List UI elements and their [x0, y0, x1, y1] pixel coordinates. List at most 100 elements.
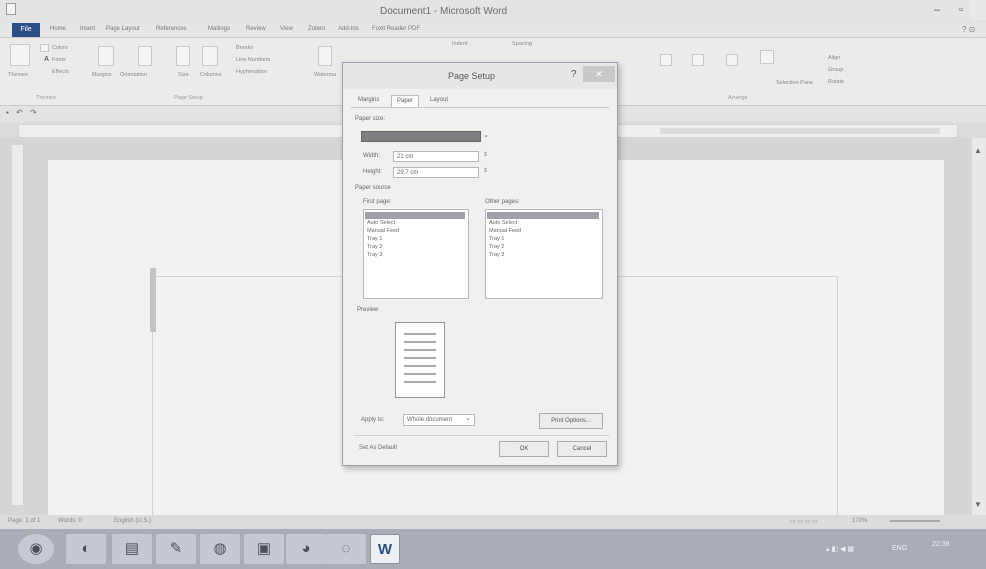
input-language[interactable]: ENG — [892, 545, 907, 552]
media-icon[interactable]: ▤ — [112, 534, 152, 564]
chevron-down-icon[interactable]: ⌄ — [483, 131, 489, 139]
app-icon-3[interactable]: ▣ — [244, 534, 284, 564]
width-spinner-icon[interactable]: ⇕ — [483, 151, 488, 158]
tab-layout[interactable]: Layout — [425, 95, 453, 107]
tab-page-layout[interactable]: Page Layout — [106, 26, 140, 32]
orientation-icon[interactable] — [138, 46, 152, 66]
tab-references[interactable]: References — [156, 26, 187, 32]
dialog-help-button[interactable]: ? — [571, 69, 577, 80]
tab-insert[interactable]: Insert — [80, 26, 95, 32]
first-page-list[interactable]: Auto Select Manual Feed Tray 1 Tray 2 Tr… — [363, 209, 469, 299]
tab-mailings[interactable]: Mailings — [208, 26, 230, 32]
watermark-icon[interactable] — [318, 46, 332, 66]
start-button-icon[interactable]: ◉ — [18, 534, 54, 564]
position-icon[interactable] — [660, 54, 672, 66]
word-count[interactable]: Words: 0 — [58, 518, 82, 524]
tab-add-ins[interactable]: Add-Ins — [338, 26, 359, 32]
close-window-button[interactable] — [970, 0, 986, 20]
list-item[interactable]: Tray 3 — [367, 252, 382, 258]
list-item[interactable]: Tray 2 — [367, 244, 382, 250]
app-icon-1[interactable]: ✎ — [156, 534, 196, 564]
list-item[interactable]: Manual Feed — [489, 228, 521, 234]
paper-size-select[interactable] — [361, 131, 481, 142]
cancel-button[interactable]: Cancel — [557, 441, 607, 457]
page-setup-group-label: Page Setup — [174, 95, 203, 101]
browser-icon[interactable]: ◕ — [286, 534, 326, 564]
minimize-button[interactable]: – — [926, 2, 948, 18]
orientation-button[interactable]: Orientation — [120, 72, 147, 78]
line-numbers-button[interactable]: Line Numbers — [236, 57, 270, 63]
list-item[interactable]: Auto Select — [489, 220, 517, 226]
print-options-button[interactable]: Print Options... — [539, 413, 603, 429]
fonts-button[interactable]: Fonts — [52, 57, 66, 63]
rotate-button[interactable]: Rotate — [828, 79, 844, 85]
columns-button[interactable]: Columns — [200, 72, 222, 78]
help-icon[interactable]: ? ⊙ — [962, 25, 975, 34]
redo-icon[interactable]: ↷ — [30, 108, 37, 117]
save-icon[interactable]: ▪ — [6, 108, 9, 117]
tab-paper[interactable]: Paper — [391, 95, 420, 107]
tab-foxit[interactable]: Foxit Reader PDF — [372, 26, 420, 32]
language-indicator[interactable]: English (U.S.) — [114, 518, 151, 524]
group-button[interactable]: Group — [828, 67, 843, 73]
tab-home[interactable]: Home — [50, 26, 66, 32]
ok-button[interactable]: OK — [499, 441, 549, 457]
file-tab[interactable]: File — [12, 23, 40, 37]
size-button[interactable]: Size — [178, 72, 189, 78]
margins-icon[interactable] — [98, 46, 114, 66]
list-item[interactable]: Manual Feed — [367, 228, 399, 234]
explorer-icon[interactable]: ◐ — [66, 534, 106, 564]
view-buttons-icon[interactable]: ▭ ▭ ▭ ▭ — [790, 518, 818, 525]
align-button[interactable]: Align — [828, 55, 840, 61]
list-item[interactable]: Tray 1 — [489, 236, 504, 242]
colors-button[interactable]: Colors — [52, 45, 68, 51]
dialog-close-button[interactable]: ✕ — [583, 66, 615, 82]
zoom-level[interactable]: 170% — [852, 518, 867, 524]
margins-button[interactable]: Margins — [92, 72, 112, 78]
colors-icon[interactable] — [40, 44, 49, 52]
scroll-down-icon[interactable]: ▼ — [974, 500, 982, 509]
list-item[interactable]: Tray 1 — [367, 236, 382, 242]
list-item-selected[interactable] — [487, 212, 599, 219]
tab-review[interactable]: Review — [246, 26, 266, 32]
size-icon[interactable] — [176, 46, 190, 66]
app-icon-4[interactable]: ◌ — [326, 534, 366, 564]
app-icon-2[interactable]: ◍ — [200, 534, 240, 564]
tab-zotero[interactable]: Zotero — [308, 26, 325, 32]
width-field[interactable]: 21 cm — [393, 151, 479, 162]
list-item[interactable]: Tray 2 — [489, 244, 504, 250]
watermark-button[interactable]: Waterma — [314, 72, 336, 78]
word-taskbar-icon[interactable]: W — [370, 534, 400, 564]
selection-pane-button[interactable]: Selection Pane — [776, 80, 813, 86]
hyphenation-button[interactable]: Hyphenation — [236, 69, 267, 75]
other-pages-list[interactable]: Auto Select Manual Feed Tray 1 Tray 2 Tr… — [485, 209, 603, 299]
scroll-up-icon[interactable]: ▲ — [974, 146, 982, 155]
wrap-text-icon[interactable] — [692, 54, 704, 66]
bring-forward-icon[interactable] — [726, 54, 738, 66]
list-item[interactable]: Tray 3 — [489, 252, 504, 258]
ruler-margin-shade — [660, 128, 940, 134]
effects-button[interactable]: Effects — [52, 69, 69, 75]
columns-icon[interactable] — [202, 46, 218, 66]
ribbon-tabs — [0, 22, 986, 38]
vertical-scrollbar[interactable] — [972, 138, 986, 515]
send-backward-icon[interactable] — [760, 50, 774, 64]
height-spinner-icon[interactable]: ⇕ — [483, 167, 488, 174]
tray-icons[interactable]: ▴ ◧ ◀ ▦ — [826, 545, 854, 553]
themes-button-label[interactable]: Themes — [8, 72, 28, 78]
fonts-icon[interactable]: A — [44, 56, 49, 63]
set-as-default-button[interactable]: Set As Default — [359, 445, 397, 451]
list-item-selected[interactable] — [365, 212, 465, 219]
themes-icon[interactable] — [10, 44, 30, 66]
zoom-slider[interactable] — [890, 520, 940, 522]
maximize-button[interactable]: ▫ — [950, 2, 972, 18]
chevron-down-icon[interactable]: ⌄ — [465, 414, 471, 422]
page-count[interactable]: Page: 1 of 1 — [8, 518, 40, 524]
tab-view[interactable]: View — [280, 26, 293, 32]
height-field[interactable]: 29.7 cm — [393, 167, 479, 178]
tab-margins[interactable]: Margins — [353, 95, 384, 107]
undo-icon[interactable]: ↶ — [16, 108, 23, 117]
list-item[interactable]: Auto Select — [367, 220, 395, 226]
breaks-button[interactable]: Breaks — [236, 45, 253, 51]
clock-time[interactable]: 22:38 — [932, 541, 950, 548]
